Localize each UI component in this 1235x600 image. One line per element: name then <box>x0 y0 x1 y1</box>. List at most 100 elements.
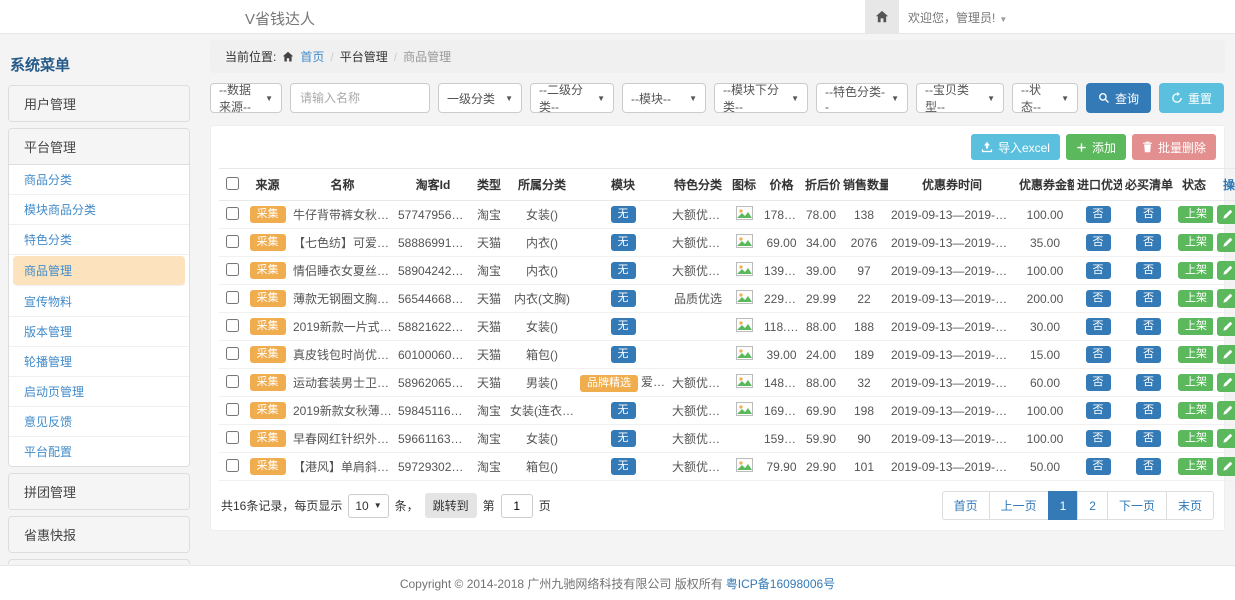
page-size-select[interactable]: 10 ▼ <box>348 494 388 518</box>
module-select[interactable]: --模块--▼ <box>622 83 706 113</box>
status-select[interactable]: --状态--▼ <box>1012 83 1078 113</box>
cell-coupon-amount: 35.00 <box>1016 229 1074 257</box>
import-select-badge[interactable]: 否 <box>1086 318 1111 335</box>
cell-sales: 90 <box>840 425 888 453</box>
cell-must-buy: 否 <box>1122 425 1175 453</box>
status-badge[interactable]: 上架 <box>1178 430 1213 447</box>
edit-button[interactable] <box>1217 401 1235 420</box>
page-button-末页[interactable]: 末页 <box>1166 491 1214 520</box>
batch-delete-button[interactable]: 批量删除 <box>1132 134 1216 160</box>
sidebar-group-省惠快报[interactable]: 省惠快报 <box>9 517 189 552</box>
data-source-select[interactable]: --数据来源--▼ <box>210 83 282 113</box>
sidebar-item-启动页管理[interactable]: 启动页管理 <box>9 377 189 407</box>
must-buy-badge[interactable]: 否 <box>1136 402 1161 419</box>
level2-category-select[interactable]: --二级分类--▼ <box>530 83 614 113</box>
cell-status: 上架 <box>1175 201 1213 229</box>
row-checkbox[interactable] <box>226 431 239 444</box>
sidebar-group-用户管理[interactable]: 用户管理 <box>9 86 189 121</box>
page-button-上一页[interactable]: 上一页 <box>989 491 1049 520</box>
status-badge[interactable]: 上架 <box>1178 346 1213 363</box>
row-checkbox[interactable] <box>226 347 239 360</box>
status-badge[interactable]: 上架 <box>1178 374 1213 391</box>
level1-category-select[interactable]: 一级分类▼ <box>438 83 522 113</box>
must-buy-badge[interactable]: 否 <box>1136 262 1161 279</box>
sidebar-item-意见反馈[interactable]: 意见反馈 <box>9 407 189 437</box>
must-buy-badge[interactable]: 否 <box>1136 206 1161 223</box>
row-checkbox[interactable] <box>226 403 239 416</box>
must-buy-badge[interactable]: 否 <box>1136 234 1161 251</box>
page-button-下一页[interactable]: 下一页 <box>1107 491 1167 520</box>
sidebar-group-消息管理[interactable]: 消息管理 <box>9 560 189 564</box>
page-button-1[interactable]: 1 <box>1048 491 1079 520</box>
edit-button[interactable] <box>1217 289 1235 308</box>
must-buy-badge[interactable]: 否 <box>1136 430 1161 447</box>
sidebar-group-平台管理[interactable]: 平台管理 <box>9 129 189 164</box>
import-select-badge[interactable]: 否 <box>1086 290 1111 307</box>
status-badge[interactable]: 上架 <box>1178 234 1213 251</box>
must-buy-badge[interactable]: 否 <box>1136 290 1161 307</box>
feature-category-select[interactable]: --特色分类--▼ <box>816 83 908 113</box>
sidebar-item-平台配置[interactable]: 平台配置 <box>9 437 189 466</box>
import-select-badge[interactable]: 否 <box>1086 458 1111 475</box>
sidebar-item-轮播管理[interactable]: 轮播管理 <box>9 347 189 377</box>
user-menu[interactable]: 欢迎您，管理员!▼ <box>908 9 1007 26</box>
row-checkbox[interactable] <box>226 263 239 276</box>
import-select-badge[interactable]: 否 <box>1086 262 1111 279</box>
must-buy-badge[interactable]: 否 <box>1136 346 1161 363</box>
must-buy-badge[interactable]: 否 <box>1136 458 1161 475</box>
status-badge[interactable]: 上架 <box>1178 458 1213 475</box>
sidebar-item-特色分类[interactable]: 特色分类 <box>9 225 189 255</box>
edit-button[interactable] <box>1217 457 1235 476</box>
breadcrumb-home-link[interactable]: 首页 <box>300 48 324 65</box>
must-buy-badge[interactable]: 否 <box>1136 374 1161 391</box>
edit-button[interactable] <box>1217 205 1235 224</box>
select-all-checkbox[interactable] <box>226 177 239 190</box>
status-badge[interactable]: 上架 <box>1178 290 1213 307</box>
edit-button[interactable] <box>1217 345 1235 364</box>
row-checkbox[interactable] <box>226 459 239 472</box>
query-button[interactable]: 查询 <box>1086 83 1151 113</box>
name-input[interactable] <box>290 83 430 113</box>
import-select-badge[interactable]: 否 <box>1086 402 1111 419</box>
cell-price: 69.00 <box>761 229 802 257</box>
page-button-2[interactable]: 2 <box>1077 491 1108 520</box>
edit-button[interactable] <box>1217 429 1235 448</box>
sidebar-item-商品分类[interactable]: 商品分类 <box>9 165 189 195</box>
row-checkbox[interactable] <box>226 235 239 248</box>
add-button[interactable]: 添加 <box>1066 134 1126 160</box>
row-checkbox[interactable] <box>226 375 239 388</box>
import-select-badge[interactable]: 否 <box>1086 374 1111 391</box>
cell-checkbox <box>219 369 245 397</box>
edit-button[interactable] <box>1217 317 1235 336</box>
must-buy-badge[interactable]: 否 <box>1136 318 1161 335</box>
status-badge[interactable]: 上架 <box>1178 318 1213 335</box>
edit-button[interactable] <box>1217 261 1235 280</box>
sidebar-item-模块商品分类[interactable]: 模块商品分类 <box>9 195 189 225</box>
table-row: 采集2019新款女秋薄款...598451162391淘宝女装(连衣裙)无大额优… <box>219 397 1235 425</box>
row-checkbox[interactable] <box>226 291 239 304</box>
page-number-input[interactable] <box>501 494 533 518</box>
status-badge[interactable]: 上架 <box>1178 206 1213 223</box>
jump-button[interactable]: 跳转到 <box>425 493 477 518</box>
import-excel-button[interactable]: 导入excel <box>971 134 1060 160</box>
import-select-badge[interactable]: 否 <box>1086 346 1111 363</box>
edit-button[interactable] <box>1217 373 1235 392</box>
row-checkbox[interactable] <box>226 319 239 332</box>
import-select-badge[interactable]: 否 <box>1086 206 1111 223</box>
status-badge[interactable]: 上架 <box>1178 402 1213 419</box>
home-button[interactable] <box>865 0 899 33</box>
item-type-select[interactable]: --宝贝类型--▼ <box>916 83 1004 113</box>
row-checkbox[interactable] <box>226 207 239 220</box>
page-button-首页[interactable]: 首页 <box>942 491 990 520</box>
sidebar-group-拼团管理[interactable]: 拼团管理 <box>9 474 189 509</box>
import-select-badge[interactable]: 否 <box>1086 234 1111 251</box>
reset-button[interactable]: 重置 <box>1159 83 1224 113</box>
sidebar-item-版本管理[interactable]: 版本管理 <box>9 317 189 347</box>
icp-link[interactable]: 粤ICP备16098006号 <box>726 575 835 592</box>
module-sub-category-select[interactable]: --模块下分类--▼ <box>714 83 808 113</box>
import-select-badge[interactable]: 否 <box>1086 430 1111 447</box>
sidebar-item-商品管理[interactable]: 商品管理 <box>13 256 185 286</box>
status-badge[interactable]: 上架 <box>1178 262 1213 279</box>
edit-button[interactable] <box>1217 233 1235 252</box>
sidebar-item-宣传物料[interactable]: 宣传物料 <box>9 287 189 317</box>
